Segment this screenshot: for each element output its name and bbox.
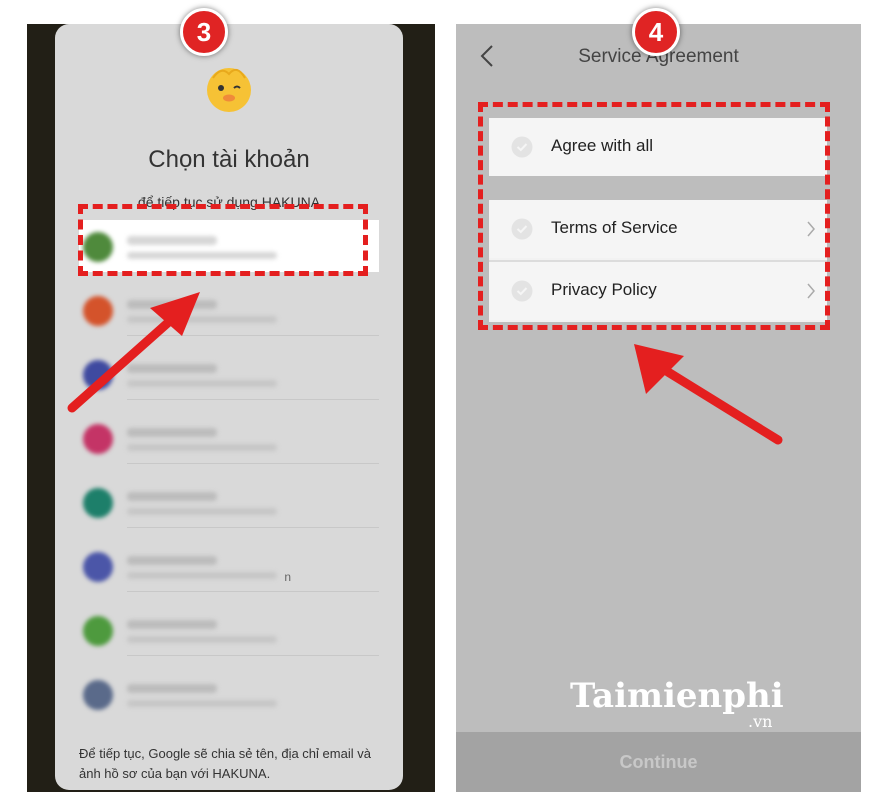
arrow-right-icon bbox=[634, 344, 783, 445]
step-badge-3: 3 bbox=[180, 8, 228, 56]
watermark-suffix: .vn bbox=[748, 712, 773, 731]
arrow-left-icon bbox=[67, 292, 200, 413]
watermark: Taimienphi .vn bbox=[570, 676, 784, 731]
step-badge-4: 4 bbox=[632, 8, 680, 56]
watermark-text: Taimienphi bbox=[570, 676, 784, 716]
